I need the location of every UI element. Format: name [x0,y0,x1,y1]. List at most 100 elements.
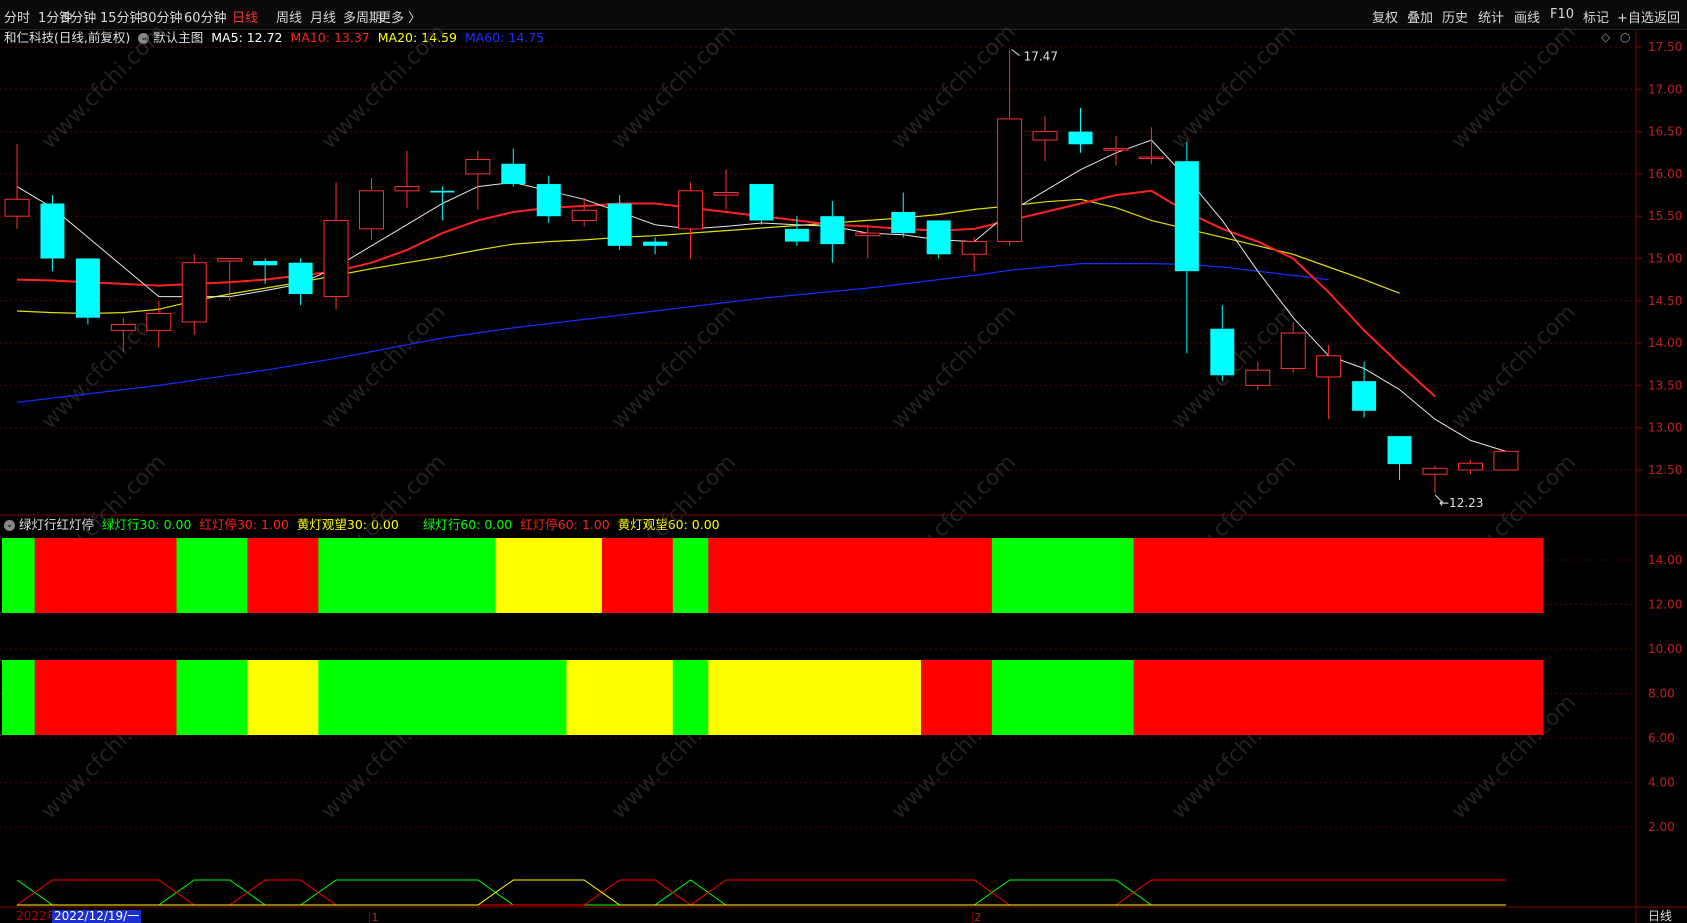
candle-body [607,203,632,246]
candle-body [359,190,384,230]
indicator-band-30 [1133,538,1170,613]
indicator-band-60 [1346,660,1383,735]
candle-body [146,312,172,331]
high-marker [1011,49,1020,56]
indicator-band-60 [318,660,355,735]
candle-body [749,184,774,221]
price-tick-label: 17.00 [1648,82,1682,96]
indicator-band-30 [1346,538,1383,613]
candle-body [891,211,916,234]
indicator-band-30 [672,538,709,613]
indicator-band-60 [1133,660,1170,735]
candle-body [1138,156,1164,159]
candle-body [394,186,420,192]
indicator-band-60 [282,660,319,735]
indicator-band-60 [424,660,461,735]
indicator-band-30 [34,538,71,613]
indicator-band-60 [1204,660,1241,735]
indicator-band-30 [1062,538,1099,613]
candle-body [1387,436,1412,465]
indicator-band-30 [424,538,461,613]
indicator-tick-label: 8.00 [1648,687,1675,701]
signal-green-line [16,879,1506,906]
indicator-band-60 [1062,660,1099,735]
candle-body [643,241,668,246]
indicator-band-60 [1310,660,1347,735]
indicator-band-60 [743,660,780,735]
price-tick-label: 14.50 [1648,294,1682,308]
candle-body [1174,161,1199,272]
indicator-band-30 [318,538,355,613]
indicator-band-30 [779,538,816,613]
high-label: 17.47 [1024,50,1058,64]
indicator-band-30 [1275,538,1312,613]
indicator-band-30 [495,538,532,613]
cursor-date: 2022/12/19/一 [52,909,142,923]
candle-body [323,219,349,298]
candle-body [855,232,881,237]
watermark: www.cfchi.com [1447,20,1581,154]
candle-body [820,216,845,245]
indicator-band-60 [1275,660,1312,735]
indicator-tick-label: 12.00 [1648,598,1682,612]
watermark: www.cfchi.com [37,20,171,154]
indicator-band-30 [176,538,213,613]
indicator-band-60 [1452,660,1489,735]
indicator-band-30 [141,538,178,613]
candle-body [678,190,704,230]
indicator-band-60 [1240,660,1276,735]
month-label: 2 [974,911,981,923]
price-tick-label: 15.00 [1648,252,1682,266]
watermark: www.cfchi.com [607,300,741,434]
indicator-band-60 [2,660,36,735]
indicator-band-30 [814,538,851,613]
indicator-band-60 [1027,660,1064,735]
indicator-band-60 [920,660,957,735]
low-label: ←12.23 [1439,496,1483,510]
indicator-tick-label: 14.00 [1648,553,1682,567]
indicator-band-60 [814,660,851,735]
watermark: www.cfchi.com [317,300,451,434]
indicator-band-30 [282,538,319,613]
candle-body [4,198,30,217]
indicator-band-30 [1204,538,1241,613]
indicator-band-60 [176,660,213,735]
indicator-band-60 [389,660,426,735]
candle-body [784,228,809,242]
indicator-band-60 [1169,660,1206,735]
candle-body [1210,328,1235,376]
watermark: www.cfchi.com [607,20,741,154]
indicator-band-30 [70,538,107,613]
candle-body [1352,381,1377,411]
indicator-band-30 [1169,538,1206,613]
period-label[interactable]: 日线 [1648,910,1672,923]
stock-chart[interactable]: 17.5017.0016.5016.0015.5015.0014.5014.00… [0,0,1687,923]
indicator-band-30 [1027,538,1064,613]
indicator-band-60 [353,660,390,735]
indicator-band-30 [991,538,1028,613]
candle-body [997,118,1023,243]
indicator-band-30 [850,538,887,613]
indicator-band-60 [247,660,284,735]
indicator-band-30 [531,538,567,613]
indicator-band-30 [743,538,780,613]
indicator-band-60 [495,660,532,735]
indicator-band-30 [566,538,603,613]
candle-body [536,184,561,217]
indicator-band-60 [601,660,638,735]
indicator-band-30 [247,538,284,613]
candle-body [571,209,597,221]
candle-body [110,323,136,331]
indicator-band-30 [1417,538,1454,613]
price-tick-label: 17.50 [1648,40,1682,54]
candle-body [1068,131,1093,145]
candle-body [288,262,313,295]
indicator-band-30 [1381,538,1418,613]
indicator-tick-label: 2.00 [1648,820,1675,834]
candle-body [501,163,526,185]
indicator-band-30 [708,538,745,613]
candle-body [217,258,243,262]
candle-body [465,159,491,175]
watermark: www.cfchi.com [1167,20,1301,154]
price-tick-label: 13.00 [1648,421,1682,435]
